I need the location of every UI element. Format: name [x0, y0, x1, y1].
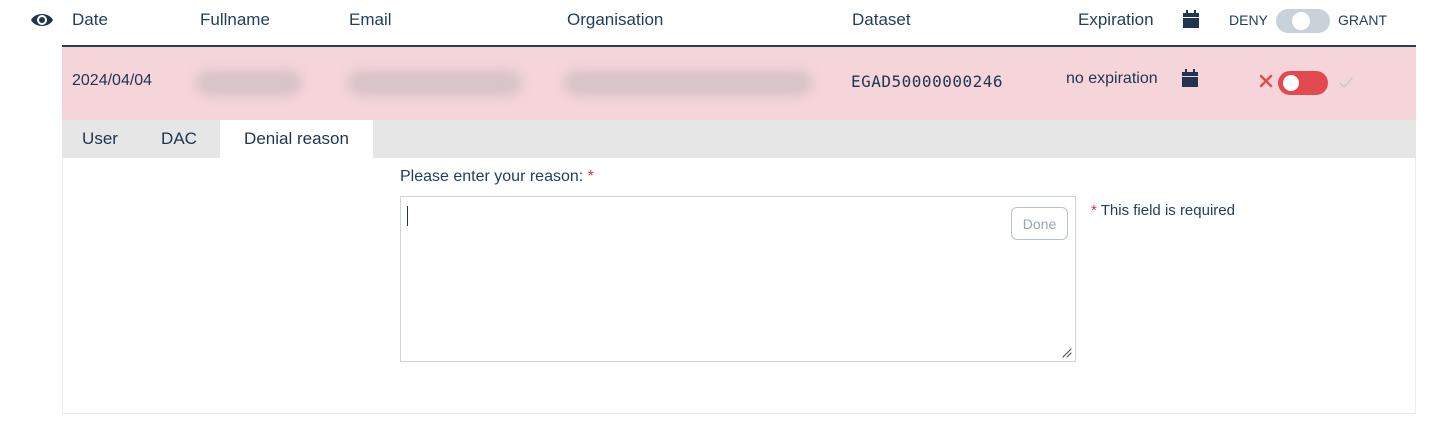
row-expiration: no expiration — [1066, 70, 1158, 87]
row-dataset: EGAD50000000246 — [851, 72, 1003, 91]
calendar-icon[interactable] — [1183, 10, 1199, 28]
calendar-icon[interactable] — [1182, 69, 1198, 87]
table-row[interactable]: 2024/04/04 EGAD50000000246 no expiration — [62, 47, 1416, 120]
toggle-knob — [1292, 12, 1310, 30]
redacted-email — [348, 70, 522, 96]
eye-icon[interactable] — [30, 11, 54, 29]
column-header-fullname[interactable]: Fullname — [200, 10, 270, 30]
detail-tabs: User DAC Denial reason — [62, 120, 1416, 158]
tab-denial-reason[interactable]: Denial reason — [220, 120, 373, 158]
redacted-organisation — [564, 70, 812, 96]
done-button[interactable]: Done — [1011, 207, 1068, 240]
bulk-decision-toggle[interactable] — [1276, 9, 1330, 33]
column-header-dataset[interactable]: Dataset — [852, 10, 911, 30]
column-header-email[interactable]: Email — [349, 10, 392, 30]
column-header-expiration[interactable]: Expiration — [1078, 10, 1154, 30]
column-header-organisation[interactable]: Organisation — [567, 10, 663, 30]
grant-label: GRANT — [1338, 12, 1387, 28]
reason-label-text: Please enter your reason: — [400, 168, 584, 185]
decision-toggle[interactable] — [1278, 71, 1328, 95]
table-header: Date Fullname Email Organisation Dataset… — [0, 0, 1453, 46]
required-marker: * — [587, 168, 594, 185]
tab-dac[interactable]: DAC — [138, 120, 220, 158]
resize-handle-icon[interactable] — [1060, 346, 1072, 358]
tab-user[interactable]: User — [62, 120, 138, 158]
text-caret — [407, 206, 408, 226]
check-icon[interactable] — [1338, 75, 1354, 89]
redacted-fullname — [196, 70, 302, 96]
close-icon[interactable] — [1258, 73, 1274, 89]
toggle-knob — [1283, 75, 1299, 91]
deny-label: DENY — [1229, 12, 1268, 28]
error-text: This field is required — [1100, 202, 1235, 219]
denial-reason-textarea[interactable]: Done — [400, 196, 1076, 362]
error-marker: * — [1091, 202, 1097, 219]
reason-label: Please enter your reason: * — [400, 168, 594, 186]
field-required-message: * This field is required — [1091, 202, 1235, 219]
column-header-date[interactable]: Date — [72, 10, 108, 30]
row-date: 2024/04/04 — [72, 72, 153, 89]
